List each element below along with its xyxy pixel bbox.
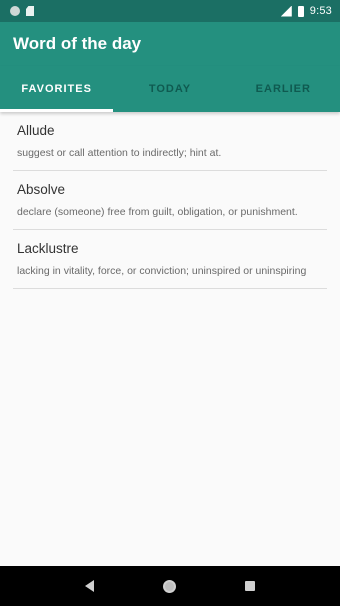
list-item[interactable]: Lacklustre lacking in vitality, force, o… <box>13 230 327 289</box>
sd-card-icon <box>26 6 34 16</box>
tab-favorites[interactable]: FAVORITES <box>0 66 114 112</box>
word-definition: declare (someone) free from guilt, oblig… <box>17 206 298 218</box>
list-item[interactable]: Absolve declare (someone) free from guil… <box>13 171 327 230</box>
signal-icon <box>280 5 292 17</box>
tab-bar: FAVORITES TODAY EARLIER <box>0 66 340 112</box>
word-title: Absolve <box>17 182 66 197</box>
home-icon[interactable] <box>162 579 176 593</box>
back-icon[interactable] <box>84 580 94 592</box>
status-right: 9:53 <box>280 5 332 17</box>
recents-icon[interactable] <box>245 581 256 591</box>
list-item[interactable]: Allude suggest or call attention to indi… <box>13 112 327 171</box>
screen: 9:53 Word of the day FAVORITES TODAY EAR… <box>0 0 340 606</box>
notification-dot-icon <box>10 6 20 16</box>
navigation-bar <box>0 566 340 606</box>
word-definition: lacking in vitality, force, or convictio… <box>17 265 307 277</box>
word-title: Allude <box>17 123 55 138</box>
word-definition: suggest or call attention to indirectly;… <box>17 147 222 159</box>
status-time: 9:53 <box>309 5 332 17</box>
tab-today[interactable]: TODAY <box>113 66 226 112</box>
battery-icon <box>297 5 304 17</box>
status-left <box>10 6 34 16</box>
word-list: Allude suggest or call attention to indi… <box>0 112 340 289</box>
app-title: Word of the day <box>13 34 142 53</box>
app-bar: Word of the day <box>0 22 340 66</box>
status-bar: 9:53 <box>0 0 340 22</box>
tab-earlier[interactable]: EARLIER <box>227 66 340 112</box>
word-title: Lacklustre <box>17 241 79 256</box>
